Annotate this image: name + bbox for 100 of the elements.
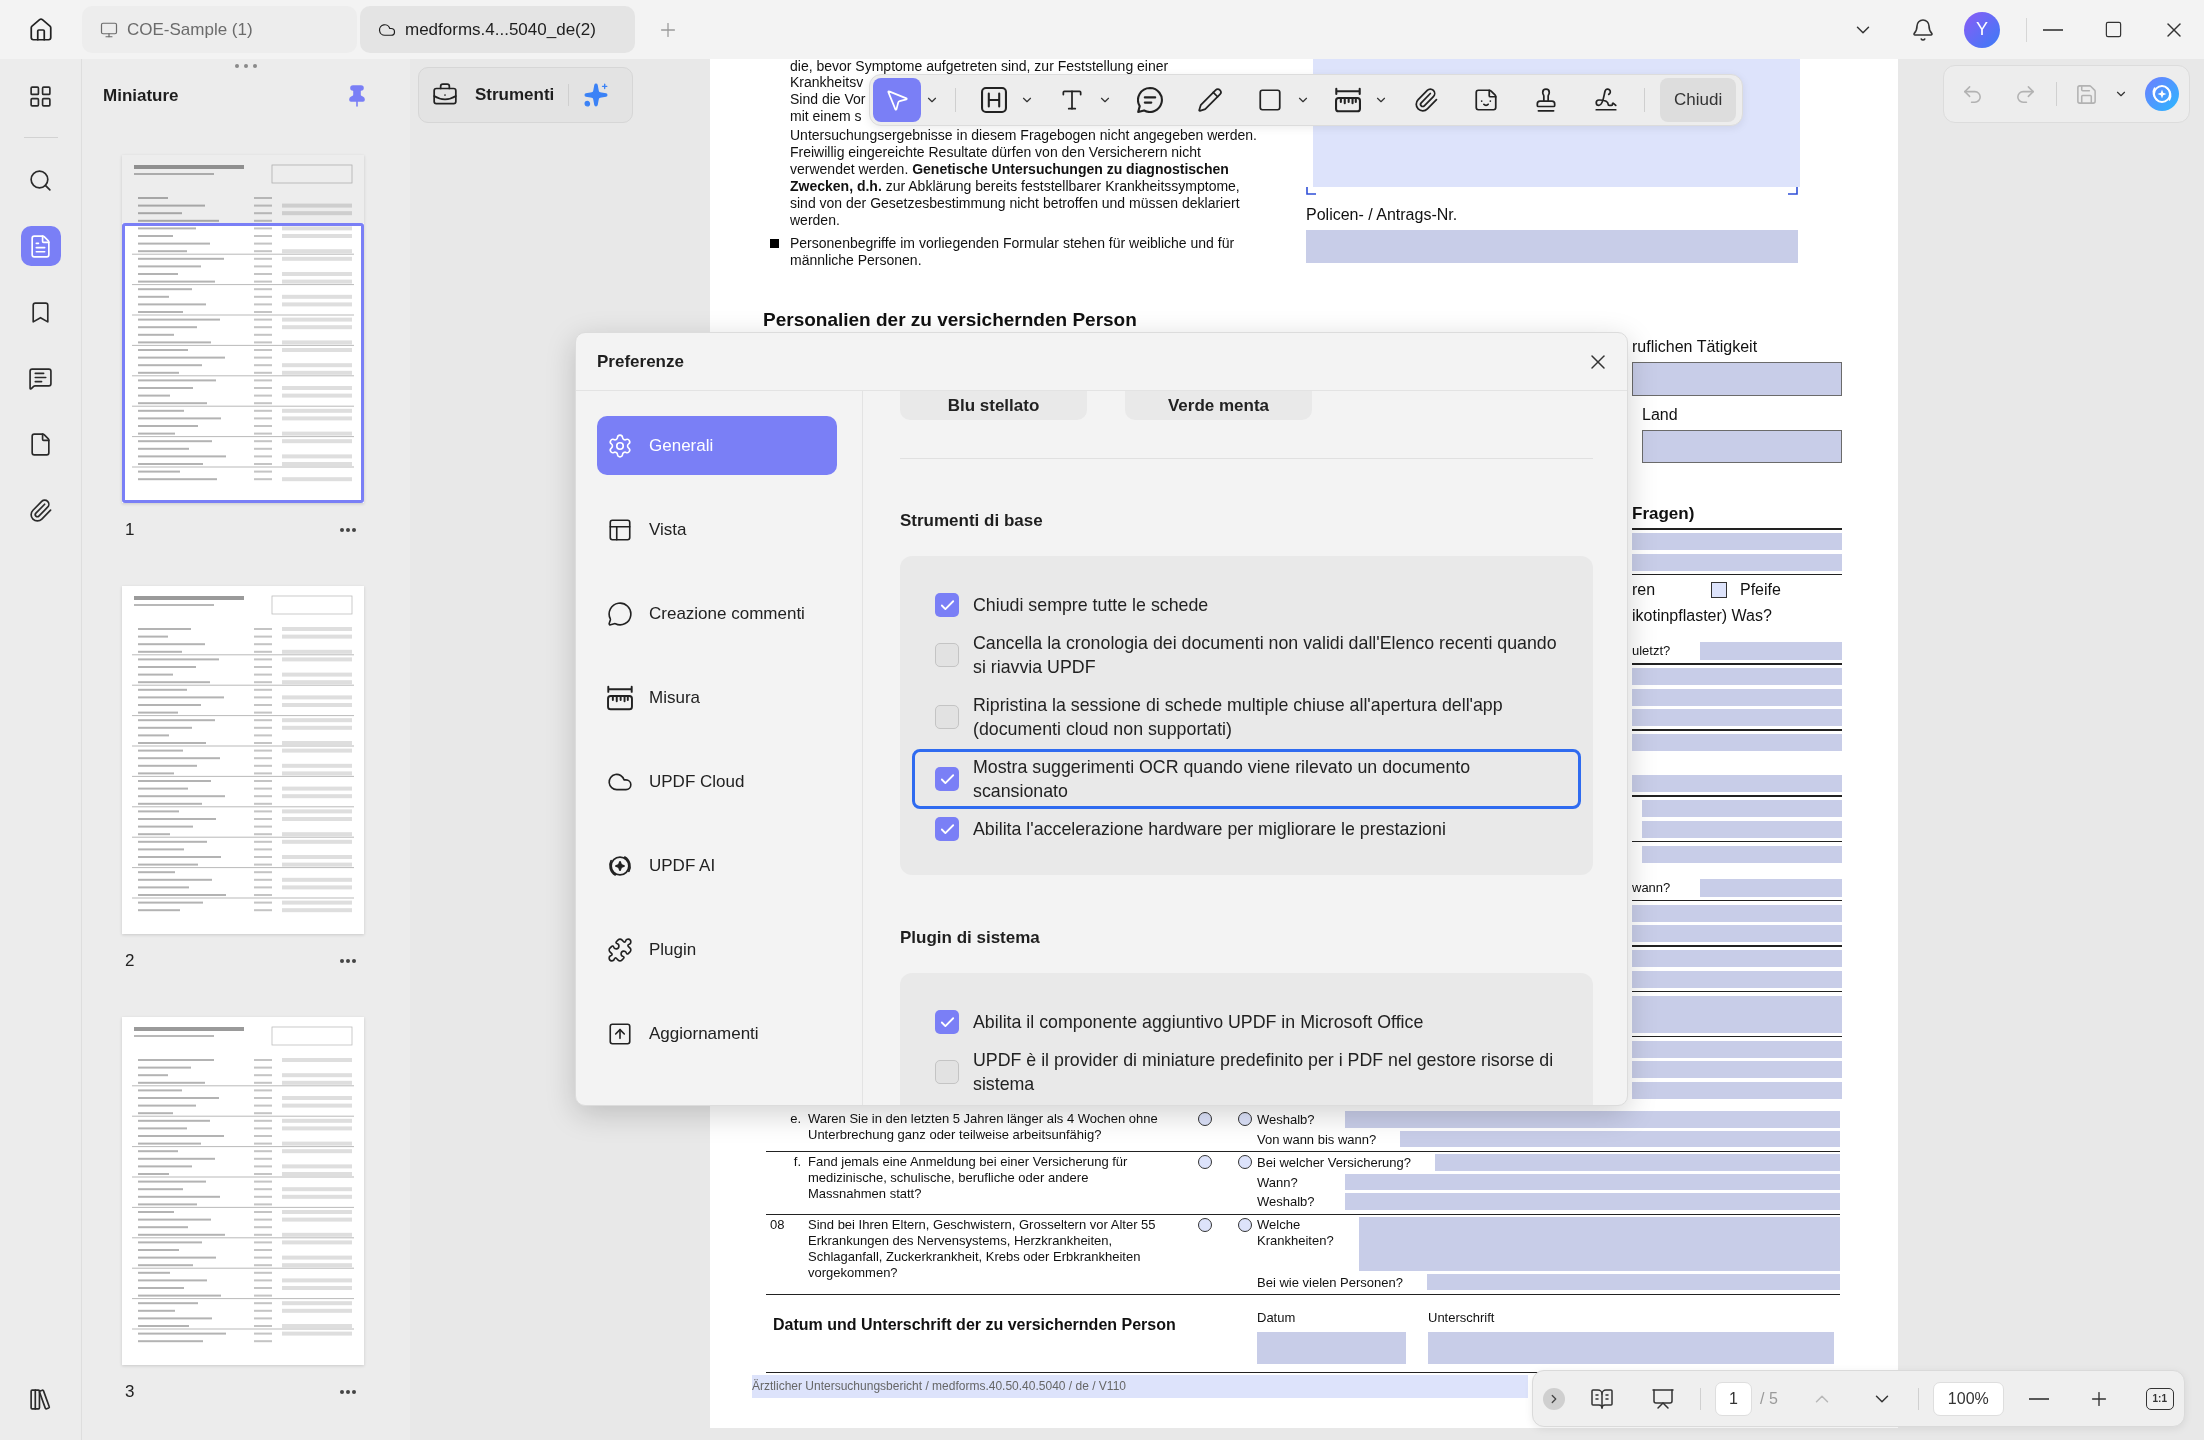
minus-icon xyxy=(2028,1397,2049,1400)
form-field[interactable] xyxy=(1632,1040,1842,1058)
page-thumbnail[interactable] xyxy=(122,1017,364,1365)
image-field[interactable] xyxy=(1313,126,1800,187)
settings-nav-item[interactable]: UPDF Cloud xyxy=(597,752,837,811)
paperclip-icon xyxy=(1413,87,1439,113)
checkbox-option[interactable]: Abilita il componente aggiuntivo UPDF in Microsoft Office xyxy=(912,1004,1447,1040)
form-field[interactable] xyxy=(1642,820,1842,838)
form-label: ren xyxy=(1632,580,1657,600)
settings-nav-item[interactable]: Creazione commenti xyxy=(597,584,837,643)
form-field[interactable] xyxy=(1632,553,1842,571)
question-text: Sind bei Ihren Eltern, Geschwistern, Grosseltern vor Alter 55 Erkrankungen des Nervensystems, Herzkrankheiten, Schlaganfall, Zuckerkrankheit, Krebs oder Erbkrankheiten vorgekommen? xyxy=(808,1216,1156,1281)
form-field[interactable] xyxy=(1632,970,1842,988)
page-thumbnail[interactable] xyxy=(122,155,364,503)
checkbox[interactable] xyxy=(935,817,959,841)
settings-nav-item[interactable]: Vista xyxy=(597,500,837,559)
settings-nav-item[interactable]: UPDF AI xyxy=(597,836,837,895)
form-field[interactable] xyxy=(1257,1332,1406,1364)
question-text: Fand jemals eine Anmeldung bei einer Versicherung für medizinische, schulische, berufliche oder andere Massnahmen statt? xyxy=(808,1154,1128,1202)
settings-nav-item[interactable]: Plugin xyxy=(597,920,837,979)
monitor-icon xyxy=(100,20,118,39)
page-number: 3 xyxy=(125,1381,135,1404)
form-field[interactable] xyxy=(1345,1173,1840,1190)
radio-button[interactable] xyxy=(1198,1217,1212,1232)
radio-button[interactable] xyxy=(1238,1112,1252,1126)
document-tab[interactable]: medforms.4...5040_de(2) xyxy=(360,6,635,53)
form-label: Unterschrift xyxy=(1428,1311,1495,1325)
settings-nav-item[interactable]: Misura xyxy=(597,668,837,727)
checkbox-option[interactable]: Ripristina la sessione di schede multiple chiuse all'apertura dell'app (documenti cloud non supportati) xyxy=(912,687,1581,747)
open-book-icon xyxy=(1590,1386,1614,1411)
form-field[interactable] xyxy=(1359,1216,1840,1271)
pages-button[interactable] xyxy=(20,226,61,266)
radio-button[interactable] xyxy=(1198,1155,1212,1169)
form-field[interactable] xyxy=(1632,709,1842,726)
actual-size-button[interactable]: 1:1 xyxy=(2145,1387,2174,1410)
section-heading: Fragen) xyxy=(1632,503,1695,525)
form-field[interactable] xyxy=(1632,362,1842,396)
comment-icon xyxy=(1137,87,1163,113)
question-number: f. xyxy=(793,1154,801,1171)
page-number: 2 xyxy=(125,950,135,973)
form-field[interactable] xyxy=(1428,1332,1834,1364)
form-label: Von wann bis wann? xyxy=(1257,1131,1377,1147)
question-number: e. xyxy=(790,1111,801,1128)
document-icon xyxy=(28,431,53,457)
radio-button[interactable] xyxy=(1198,1112,1212,1126)
checkbox-option[interactable]: UPDF è il provider di miniature predefinito per i PDF nel gestore risorse di sistema xyxy=(912,1042,1581,1102)
form-label: Weshalb? xyxy=(1257,1194,1315,1210)
form-field[interactable] xyxy=(1632,904,1842,922)
ai-assistant-button[interactable] xyxy=(2144,76,2180,112)
form-field[interactable] xyxy=(1632,1081,1842,1099)
form-field[interactable] xyxy=(1632,995,1842,1033)
form-field[interactable] xyxy=(1632,533,1842,550)
form-field[interactable] xyxy=(1632,775,1842,792)
checkbox-option[interactable]: Chiudi sempre tutte le schede xyxy=(912,587,1232,623)
form-field[interactable] xyxy=(1632,925,1842,942)
close-toolbar-button[interactable]: Chiudi xyxy=(1660,78,1737,122)
more-icon xyxy=(340,528,356,532)
form-label: Wann? xyxy=(1257,1174,1298,1190)
avatar[interactable]: Y xyxy=(1964,11,2000,48)
form-field[interactable] xyxy=(1632,688,1842,706)
more-icon xyxy=(340,1390,356,1394)
question-text: Waren Sie in den letzten 5 Jahren länger als 4 Wochen ohne Unterbrechung ganz oder teilweise arbeitsunfähig? xyxy=(808,1111,1158,1143)
zoom-input[interactable]: 100% xyxy=(1932,1381,2004,1416)
checkbox-option[interactable]: Cancella la cronologia dei documenti non validi dall'Elenco recenti quando si riavvia UPDF xyxy=(912,625,1581,685)
form-field[interactable] xyxy=(1632,734,1842,751)
form-label: Weshalb? xyxy=(1257,1112,1315,1128)
form-field[interactable] xyxy=(1700,878,1842,897)
checkbox[interactable] xyxy=(935,1010,959,1034)
upload-icon xyxy=(607,1020,633,1047)
form-field[interactable] xyxy=(1632,950,1842,967)
form-field[interactable] xyxy=(1642,430,1842,463)
checkbox-option[interactable]: Abilita l'accelerazione hardware per migliorare le prestazioni xyxy=(912,811,1469,847)
form-field[interactable] xyxy=(1642,845,1842,863)
form-field[interactable] xyxy=(1345,1193,1840,1210)
form-field[interactable] xyxy=(1700,642,1842,660)
checkbox[interactable] xyxy=(1711,582,1727,598)
checkbox[interactable] xyxy=(935,593,959,617)
form-field[interactable] xyxy=(1632,668,1842,685)
tools-button[interactable]: Strumenti xyxy=(419,68,555,122)
document-tab[interactable]: COE-Sample (1) xyxy=(82,6,357,53)
radio-button[interactable] xyxy=(1238,1155,1252,1169)
radio-button[interactable] xyxy=(1238,1217,1252,1232)
theme-option[interactable]: Blu stellato xyxy=(900,391,1087,420)
form-field[interactable] xyxy=(1632,1061,1842,1078)
checkbox[interactable] xyxy=(935,767,959,791)
expand-button[interactable] xyxy=(1543,1387,1565,1410)
search-icon xyxy=(28,167,53,193)
form-field[interactable] xyxy=(1434,1154,1840,1171)
form-field[interactable] xyxy=(1427,1273,1840,1290)
form-field[interactable] xyxy=(1400,1130,1840,1147)
checkbox-option[interactable]: Mostra suggerimenti OCR quando viene rilevato un documento scansionato xyxy=(912,749,1581,809)
puzzle-icon xyxy=(607,936,633,963)
theme-option[interactable]: Verde menta xyxy=(1125,391,1312,420)
form-field[interactable] xyxy=(1642,800,1842,817)
page-thumbnail[interactable] xyxy=(122,586,364,934)
form-field[interactable] xyxy=(1306,230,1798,263)
form-field[interactable] xyxy=(1345,1111,1840,1128)
page-input[interactable]: 1 xyxy=(1715,1381,1752,1416)
paragraph: Untersuchungsergebnisse in diesem Fragebogen nicht angegeben werden. Freiwillig eingereichte Resultate dürfen von den Versicherern nicht verwendet werden. Genetische Untersuchungen zu diagnostischen Zwecken, d.h. zur Abklärung bereits feststellbarer Krankheitssymptome, sind von der Gesetzesbestimmung nicht betroffen und müssen deklariert werden. xyxy=(790,127,1257,229)
settings-nav-item[interactable]: Aggiornamenti xyxy=(597,1004,837,1063)
